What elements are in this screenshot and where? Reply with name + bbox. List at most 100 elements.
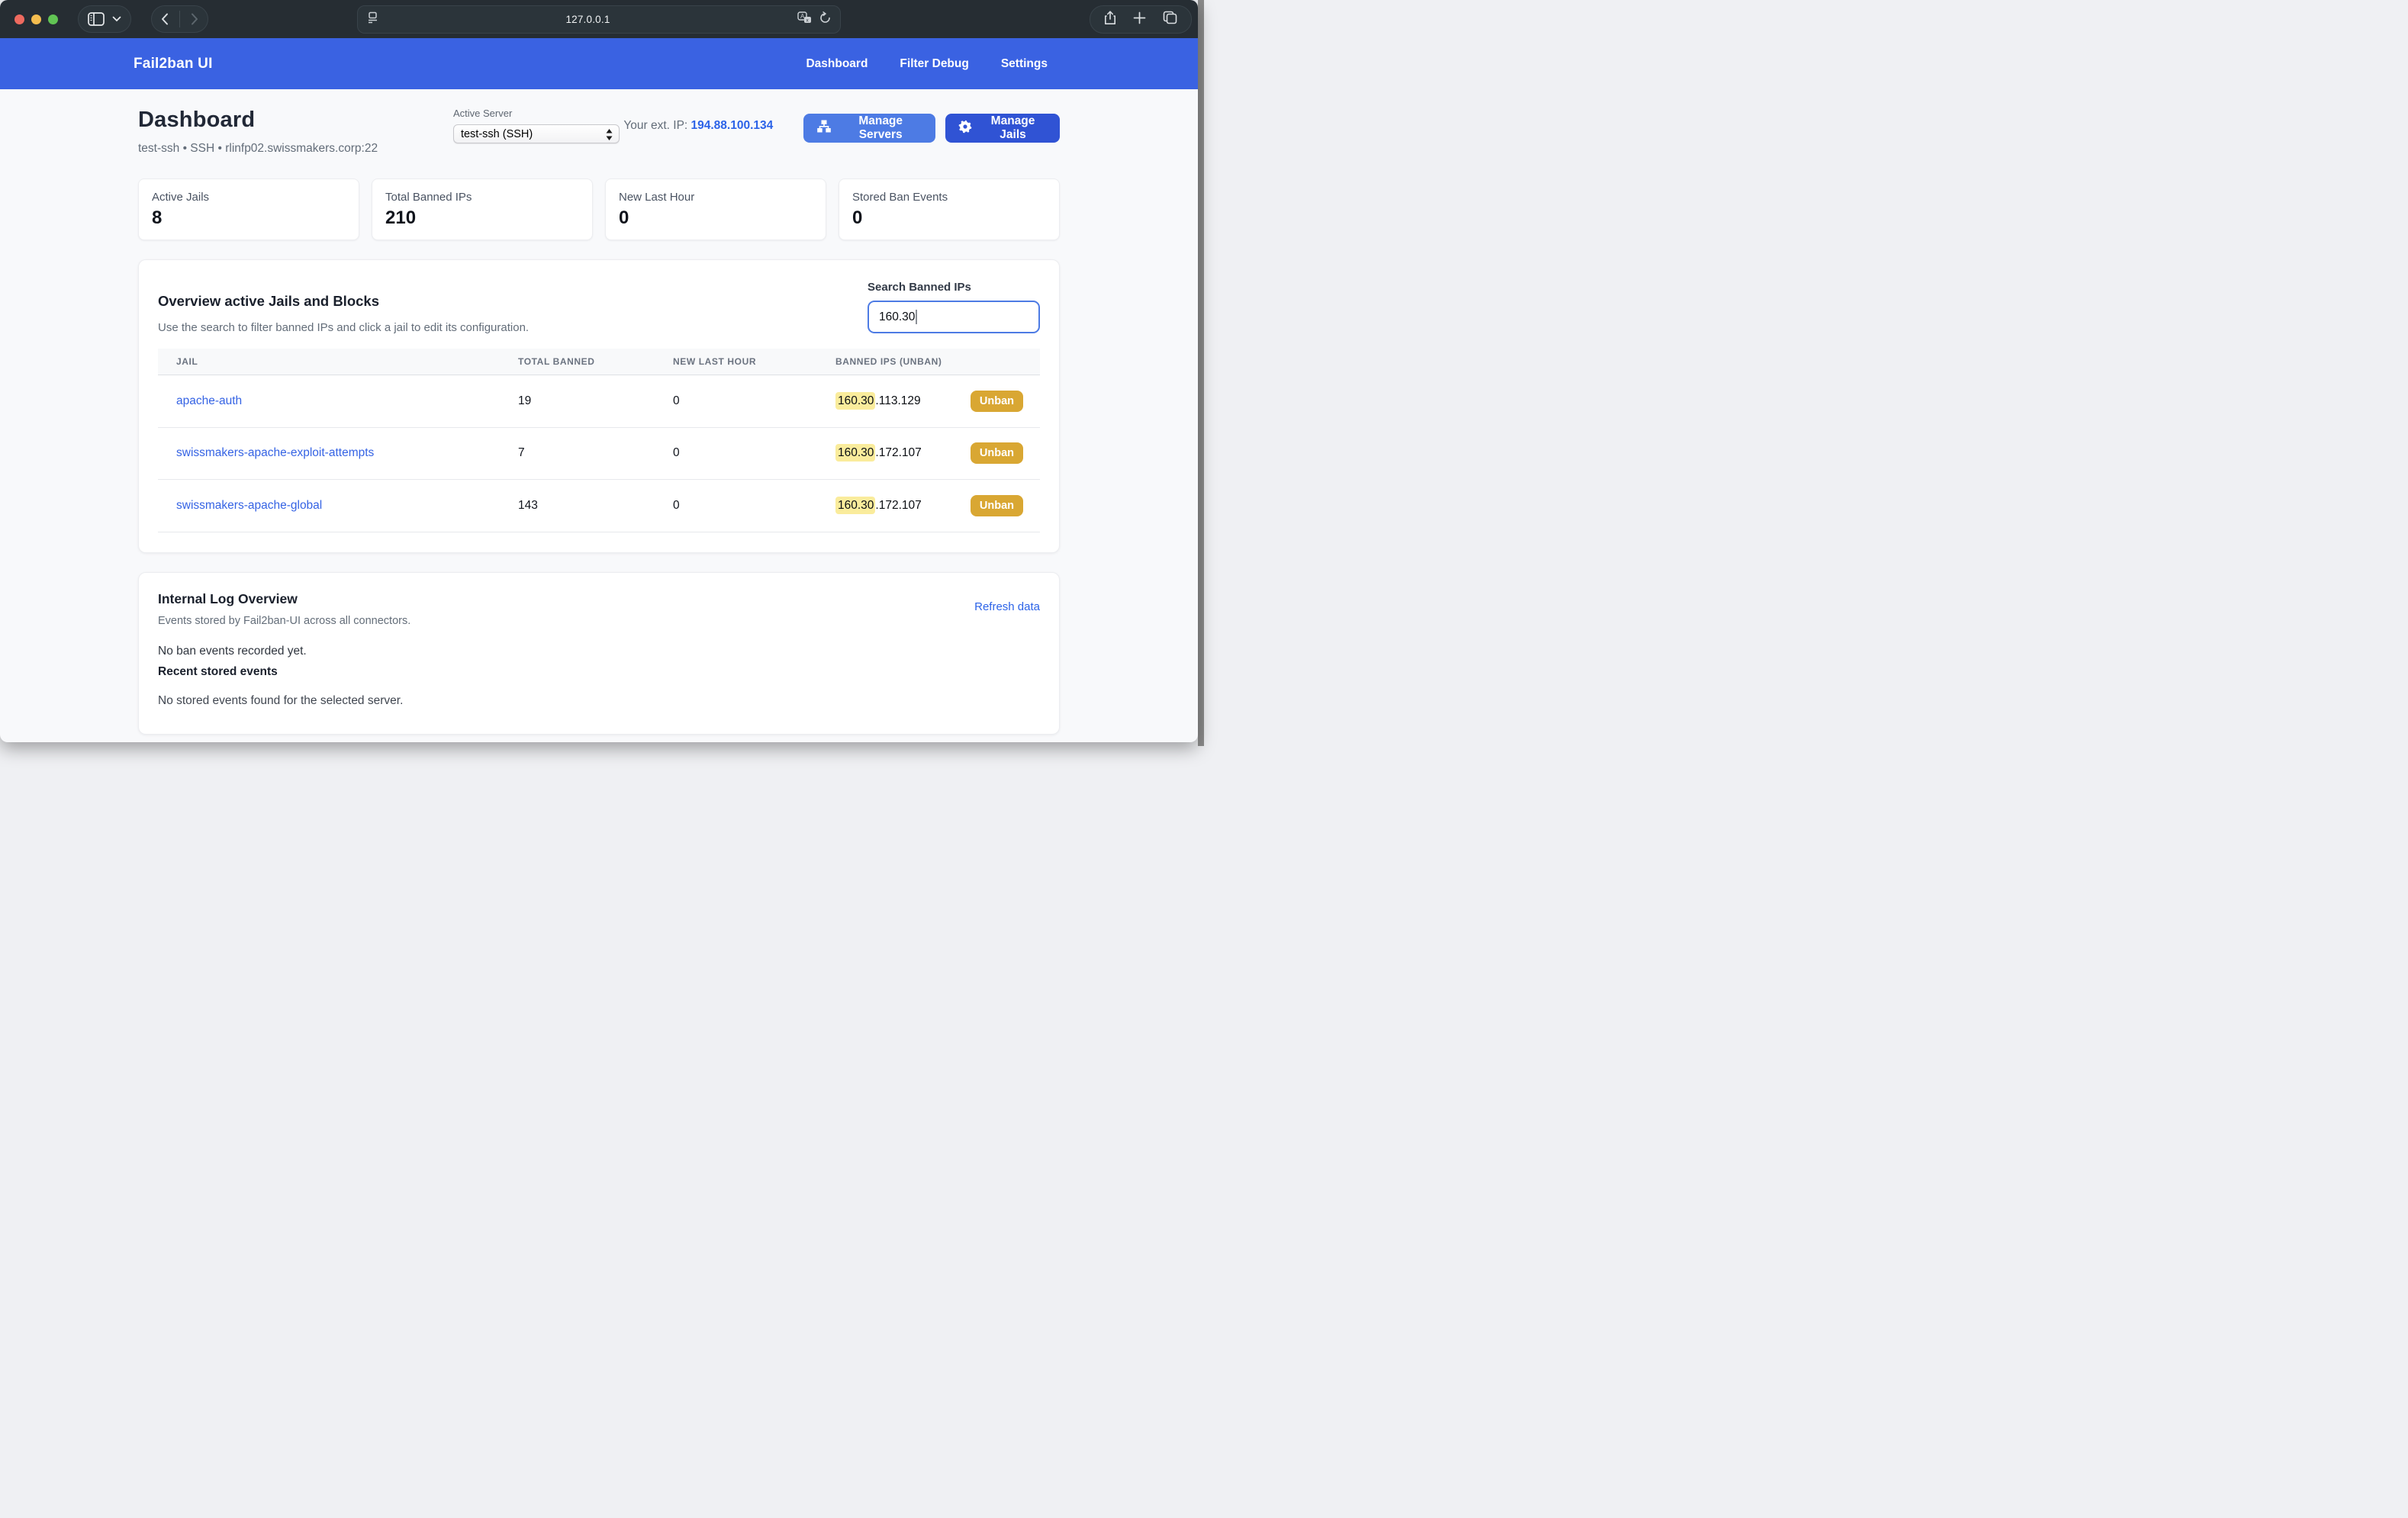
total-banned-value: 7 <box>500 446 655 460</box>
ip-rest: .172.107 <box>875 499 921 512</box>
share-icon[interactable] <box>1104 11 1116 29</box>
stat-label: Active Jails <box>152 191 346 204</box>
desktop-background <box>1198 0 1204 746</box>
sidebar-toggle-group <box>78 5 131 33</box>
window-controls <box>14 14 58 24</box>
brand-title[interactable]: Fail2ban UI <box>134 56 213 72</box>
stat-label: New Last Hour <box>619 191 813 204</box>
tab-overview-icon[interactable] <box>1163 11 1177 28</box>
translate-icon[interactable]: A x <box>797 11 812 28</box>
ip-highlight: 160.30 <box>835 392 875 410</box>
text-caret <box>916 310 917 324</box>
table-row: swissmakers-apache-global 143 0 160.30.1… <box>158 480 1040 532</box>
history-nav-group <box>151 5 208 33</box>
ip-highlight: 160.30 <box>835 444 875 462</box>
log-title: Internal Log Overview <box>158 591 410 607</box>
new-tab-icon[interactable] <box>1133 11 1146 28</box>
manage-jails-button[interactable]: Manage Jails <box>945 114 1060 143</box>
no-stored-events-text: No stored events found for the selected … <box>158 694 1040 708</box>
banned-ip: 160.30.113.129 <box>835 394 921 408</box>
jail-link[interactable]: apache-auth <box>176 394 242 407</box>
stat-value: 210 <box>385 207 579 229</box>
unban-button[interactable]: Unban <box>971 442 1023 464</box>
stat-value: 8 <box>152 207 346 229</box>
internal-log-card: Internal Log Overview Events stored by F… <box>138 572 1060 735</box>
back-icon[interactable] <box>161 13 169 25</box>
jail-link[interactable]: swissmakers-apache-exploit-attempts <box>176 446 374 459</box>
banned-ip: 160.30.172.107 <box>835 446 922 460</box>
total-banned-value: 143 <box>500 499 655 513</box>
col-header-total-banned: TOTAL BANNED <box>500 356 655 367</box>
nav-divider <box>179 11 180 27</box>
col-header-new-last-hour: NEW LAST HOUR <box>655 356 817 367</box>
active-server-group: Active Server test-ssh (SSH) <box>453 108 623 143</box>
page-title: Dashboard <box>138 108 453 133</box>
titlebar-right-cluster <box>1090 5 1192 34</box>
ip-highlight: 160.30 <box>835 497 875 514</box>
forward-icon[interactable] <box>191 13 198 25</box>
jails-table: JAIL TOTAL BANNED NEW LAST HOUR BANNED I… <box>158 349 1040 532</box>
manage-servers-button[interactable]: Manage Servers <box>803 114 935 143</box>
search-banned-ips-input[interactable]: 160.30 <box>868 301 1040 333</box>
total-banned-value: 19 <box>500 394 655 408</box>
no-ban-events-text: No ban events recorded yet. <box>158 645 1040 658</box>
sidebar-toggle-icon[interactable] <box>88 12 105 26</box>
table-row: apache-auth 19 0 160.30.113.129 Unban <box>158 375 1040 428</box>
search-label: Search Banned IPs <box>868 281 1040 294</box>
stat-card-new-last-hour: New Last Hour 0 <box>605 178 826 240</box>
sitemap-icon <box>816 119 832 137</box>
ip-rest: .172.107 <box>875 446 921 459</box>
new-last-hour-value: 0 <box>655 499 817 513</box>
overview-subtitle: Use the search to filter banned IPs and … <box>158 321 529 334</box>
refresh-data-link[interactable]: Refresh data <box>974 600 1040 613</box>
browser-window: 127.0.0.1 A x <box>0 0 1198 742</box>
browser-titlebar: 127.0.0.1 A x <box>0 0 1198 38</box>
unban-button[interactable]: Unban <box>971 495 1023 516</box>
manage-jails-label: Manage Jails <box>979 114 1047 142</box>
reload-icon[interactable] <box>819 11 831 27</box>
search-input-value: 160.30 <box>879 310 915 324</box>
recent-stored-events-heading: Recent stored events <box>158 665 1040 679</box>
manage-servers-label: Manage Servers <box>839 114 922 142</box>
app-navbar: Fail2ban UI Dashboard Filter Debug Setti… <box>0 38 1198 89</box>
col-header-banned-ips: BANNED IPS (UNBAN) <box>817 356 1040 367</box>
page-format-icon[interactable] <box>367 11 378 27</box>
nav-link-filter-debug[interactable]: Filter Debug <box>900 57 968 71</box>
chevron-down-icon[interactable] <box>112 16 121 22</box>
search-box: Search Banned IPs 160.30 <box>868 281 1040 334</box>
unban-button[interactable]: Unban <box>971 391 1023 412</box>
stat-label: Total Banned IPs <box>385 191 579 204</box>
ip-rest: .113.129 <box>875 394 920 407</box>
active-server-select[interactable]: test-ssh (SSH) <box>453 124 620 143</box>
active-server-value: test-ssh (SSH) <box>461 128 533 140</box>
zoom-window-button[interactable] <box>48 14 58 24</box>
url-text[interactable]: 127.0.0.1 <box>378 14 797 25</box>
banned-ip: 160.30.172.107 <box>835 499 922 513</box>
stat-card-active-jails: Active Jails 8 <box>138 178 359 240</box>
new-last-hour-value: 0 <box>655 446 817 460</box>
overview-title: Overview active Jails and Blocks <box>158 293 529 310</box>
gear-icon <box>958 120 972 137</box>
col-header-jail: JAIL <box>158 356 500 367</box>
jail-link[interactable]: swissmakers-apache-global <box>176 499 322 512</box>
table-row: swissmakers-apache-exploit-attempts 7 0 … <box>158 428 1040 481</box>
active-server-label: Active Server <box>453 108 623 119</box>
nav-link-dashboard[interactable]: Dashboard <box>806 57 868 71</box>
log-subtitle: Events stored by Fail2ban-UI across all … <box>158 615 410 627</box>
overview-card: Overview active Jails and Blocks Use the… <box>138 259 1060 553</box>
external-ip: Your ext. IP: 194.88.100.134 <box>623 119 773 133</box>
minimize-window-button[interactable] <box>31 14 41 24</box>
close-window-button[interactable] <box>14 14 24 24</box>
stat-card-total-banned: Total Banned IPs 210 <box>372 178 593 240</box>
address-bar[interactable]: 127.0.0.1 A x <box>357 5 841 34</box>
page-subtitle: test-ssh • SSH • rlinfp02.swissmakers.co… <box>138 142 453 156</box>
table-header-row: JAIL TOTAL BANNED NEW LAST HOUR BANNED I… <box>158 349 1040 375</box>
nav-link-settings[interactable]: Settings <box>1001 57 1048 71</box>
stat-label: Stored Ban Events <box>852 191 1046 204</box>
select-arrows-icon <box>605 128 613 144</box>
external-ip-value[interactable]: 194.88.100.134 <box>691 119 774 132</box>
stat-cards: Active Jails 8 Total Banned IPs 210 New … <box>138 178 1060 240</box>
new-last-hour-value: 0 <box>655 394 817 408</box>
stat-value: 0 <box>619 207 813 229</box>
external-ip-label: Your ext. IP: <box>623 119 691 132</box>
